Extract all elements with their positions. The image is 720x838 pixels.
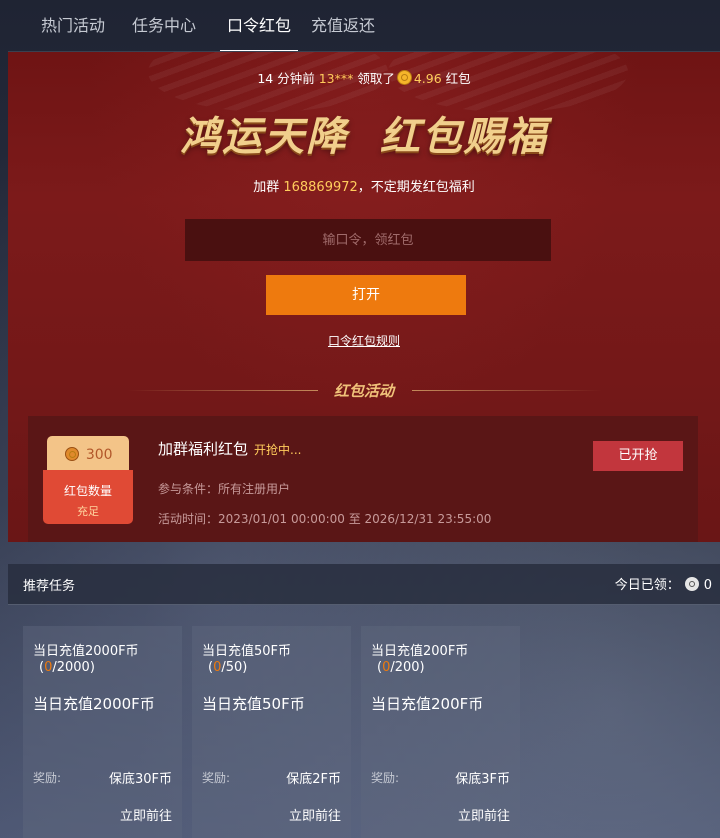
notice-user: 13*** [318, 71, 354, 86]
notice-action: 领取了 [357, 71, 395, 86]
task-progress: (0/50) [208, 660, 248, 675]
claim-notice: 14 分钟前 13*** 领取了 4.96 红包 [8, 68, 720, 87]
tasks-header: 推荐任务 今日已领： 0 [8, 564, 720, 605]
time-label: 活动时间： [158, 512, 219, 526]
task-head: 当日充值50F币 [202, 644, 292, 659]
today-claimed: 今日已领： 0 [615, 574, 712, 593]
coin-icon [396, 70, 412, 85]
task-description: 当日充值200F币 [371, 695, 484, 713]
redpacket-icon: 300 红包数量 充足 [43, 436, 133, 524]
tab-task-center[interactable]: 任务中心 [129, 0, 199, 50]
redpacket-amount: 300 [47, 436, 129, 474]
section-title: 红包活动 [333, 382, 394, 400]
rules-link-text[interactable]: 口令红包规则 [328, 334, 400, 348]
redpacket-amount-value: 300 [85, 447, 113, 463]
event-card: 300 红包数量 充足 加群福利红包 开抢中... 参与条件：所有注册用户 活动时… [28, 416, 698, 542]
event-name-text: 加群福利红包 [158, 440, 249, 458]
reward-value: 保底2F币 [286, 772, 341, 787]
task-progress-total: /200) [390, 660, 425, 675]
task-progress-total: /2000) [52, 660, 95, 675]
coin-icon [65, 447, 80, 461]
banner-title: 鸿运天降 红包赐福 [180, 114, 548, 160]
go-button[interactable]: 立即前往 [289, 805, 341, 824]
count-label: 红包数量 [63, 484, 112, 498]
today-label: 今日已领： [614, 578, 680, 593]
go-button[interactable]: 立即前往 [120, 805, 172, 824]
join-group-text: 加群 168869972，不定期发红包福利 [8, 176, 720, 195]
task-description: 当日充值2000F币 [33, 695, 155, 713]
task-card: 当日充值2000F币 (0/2000) 当日充值2000F币 奖励: 保底30F… [23, 626, 182, 838]
event-condition: 参与条件：所有注册用户 [158, 480, 290, 497]
group-number: 168869972 [283, 180, 358, 195]
tab-recharge-rebate[interactable]: 充值返还 [308, 0, 378, 50]
reward-label: 奖励: [371, 771, 400, 785]
top-nav: 热门活动 任务中心 口令红包 充值返还 [8, 0, 720, 52]
go-button[interactable]: 立即前往 [458, 805, 510, 824]
task-head: 当日充值200F币 [371, 644, 469, 659]
open-button[interactable]: 打开 [266, 275, 466, 315]
event-time: 活动时间：2023/01/01 00:00:00 至 2026/12/31 23… [158, 510, 491, 527]
task-progress: (0/2000) [39, 660, 95, 675]
notice-amount: 4.96 [413, 71, 442, 86]
reward-label: 奖励: [33, 771, 62, 785]
task-progress-total: /50) [221, 660, 248, 675]
coin-icon [684, 577, 699, 591]
task-progress: (0/200) [377, 660, 425, 675]
section-header: 红包活动 [8, 380, 720, 400]
condition-value: 所有注册用户 [218, 482, 291, 496]
task-card: 当日充值200F币 (0/200) 当日充值200F币 奖励: 保底3F币 立即… [361, 626, 520, 838]
redpacket-count: 红包数量 充足 [43, 470, 133, 524]
tab-hot-events[interactable]: 热门活动 [38, 0, 108, 50]
join-prefix: 加群 [253, 180, 280, 195]
event-status: 开抢中... [254, 443, 302, 457]
time-range: 2023/01/01 00:00:00 至 2026/12/31 23:55:0… [218, 512, 492, 526]
redpacket-panel: 14 分钟前 13*** 领取了 4.96 红包 鸿运天降 红包赐福 加群 168… [8, 52, 720, 542]
reward-label: 奖励: [202, 771, 231, 785]
started-button[interactable]: 已开抢 [593, 441, 683, 471]
condition-label: 参与条件： [158, 482, 219, 496]
today-value: 0 [703, 578, 712, 593]
task-card: 当日充值50F币 (0/50) 当日充值50F币 奖励: 保底2F币 立即前往 [192, 626, 351, 838]
reward-value: 保底30F币 [108, 772, 172, 787]
event-name: 加群福利红包 开抢中... [158, 438, 301, 459]
command-input[interactable] [185, 219, 551, 261]
join-suffix: ，不定期发红包福利 [357, 180, 475, 195]
notice-suffix: 红包 [445, 71, 471, 86]
task-description: 当日充值50F币 [202, 695, 305, 713]
tab-command-redpacket[interactable]: 口令红包 [220, 0, 298, 52]
rules-link: 口令红包规则 [8, 332, 720, 349]
tasks-title: 推荐任务 [23, 579, 76, 594]
section-divider-right [412, 390, 602, 391]
task-head: 当日充值2000F币 [33, 644, 139, 659]
notice-time: 14 分钟前 [257, 71, 315, 86]
reward-value: 保底3F币 [455, 772, 510, 787]
count-status: 充足 [77, 505, 99, 518]
